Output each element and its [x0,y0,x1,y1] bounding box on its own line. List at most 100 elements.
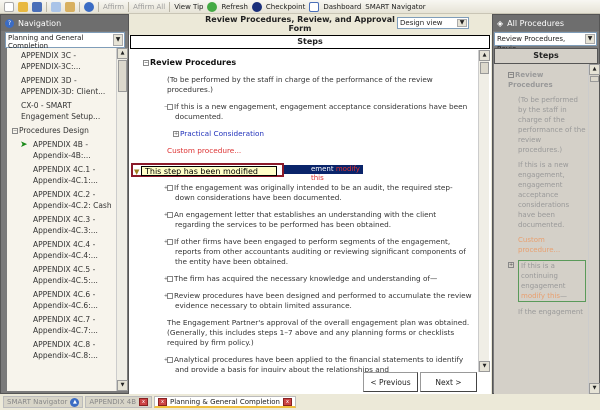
help-icon: ? [5,18,14,28]
nav-item[interactable]: APPENDIX 4C.8 - Appendix-4C.8:... [9,339,114,361]
next-button[interactable]: Next > [420,372,477,392]
scroll-up-icon[interactable]: ▲ [589,64,600,75]
preview-scrollbar[interactable]: ▲ ▼ [588,64,600,394]
modified-step[interactable]: ement modify this— ▼ This step has been m… [131,163,472,182]
step-text: The firm has acquired the necessary know… [174,274,438,283]
nav-item-current[interactable]: ➤ APPENDIX 4B - Appendix-4B:... [9,139,114,161]
new-icon[interactable] [4,1,14,12]
step-text: An engagement letter that establishes an… [174,210,437,229]
steps-header: Steps [130,35,490,49]
smart-navigator-button[interactable]: SMART Navigator [365,3,425,11]
scroll-down-icon[interactable]: ▼ [589,383,600,394]
refresh-icon [207,1,218,12]
expand-icon[interactable]: + [164,276,173,282]
expand-up-icon[interactable]: ▲ [70,397,80,407]
intro-text: (To be performed by the staff in charge … [518,96,586,154]
view-mode-dropdown[interactable]: Design view ▼ [397,17,469,29]
collapse-icon[interactable]: − [12,128,18,134]
previous-button[interactable]: < Previous [363,372,418,392]
checkpoint-button[interactable]: Checkpoint [266,3,305,11]
paste-icon[interactable] [65,1,75,12]
panel-title: All Procedures [507,18,564,28]
close-icon[interactable]: x [139,398,149,406]
toolbar: Affirm Affirm All View Tip Refresh Check… [0,0,600,14]
view-tip-button[interactable]: View Tip [174,3,203,11]
pin-icon[interactable]: ◈ [497,19,503,28]
step[interactable]: + Analytical procedures have been applied… [143,355,472,372]
step[interactable]: + An engagement letter that establishes a… [143,210,472,230]
highlighted-step[interactable]: If this is a continuing engagement modif… [518,260,586,302]
step[interactable]: + If the engagement was originally intend… [143,183,472,203]
open-icon[interactable] [18,1,28,12]
affirm-all-button[interactable]: Affirm All [133,3,165,11]
scroll-up-icon[interactable]: ▲ [117,48,128,59]
modify-text: modify this [521,292,560,300]
section-heading: Review Procedures [150,58,237,67]
step-text: Review procedures have been designed and… [174,291,472,310]
scroll-down-icon[interactable]: ▼ [117,380,128,391]
custom-procedure-link[interactable]: Custom procedure... [508,235,586,255]
tab-smart-navigator[interactable]: SMART Navigator ▲ [3,396,84,408]
expand-icon[interactable]: + [164,185,173,191]
step-text: If other firms have been engaged to perf… [174,237,466,266]
filter-icon: ▼ [134,168,140,176]
collapse-icon[interactable]: − [508,72,514,78]
content-scrollbar[interactable]: ▲ ▼ [478,50,490,372]
expand-icon[interactable]: + [164,357,173,363]
custom-procedure-link[interactable]: Custom procedure... [143,146,472,156]
chevron-down-icon[interactable]: ▼ [113,34,123,46]
nav-group-procedures-design[interactable]: − Procedures Design [9,125,114,136]
expand-icon[interactable]: + [173,131,179,137]
expand-icon[interactable]: + [164,212,173,218]
chevron-down-icon[interactable]: ▼ [457,19,467,27]
nav-item[interactable]: APPENDIX 4C.7 - Appendix-4C.7:... [9,314,114,336]
tab-label: SMART Navigator [7,398,68,406]
selected-text: ement [311,165,334,173]
scroll-up-icon[interactable]: ▲ [479,50,490,61]
dropdown-value: Design view [400,19,443,27]
nav-item[interactable]: APPENDIX 4C.4 - Appendix-4C.4:... [9,239,114,261]
save-icon[interactable] [32,1,42,12]
tab-planning-general-completion[interactable]: x Planning & General Completion x [154,396,296,408]
nav-item[interactable]: APPENDIX 4C.1 - Appendix-4C.1:... [9,164,114,186]
affirm-button[interactable]: Affirm [103,3,124,11]
scroll-down-icon[interactable]: ▼ [479,361,490,372]
dashboard-button[interactable]: Dashboard [323,3,361,11]
collapse-icon[interactable]: − [164,104,173,110]
panel-title: Navigation [18,18,62,28]
procedure-dropdown[interactable]: Review Procedures, Revie▼ [494,32,597,53]
nav-item[interactable]: APPENDIX 3C - APPENDIX-3C:... [9,50,114,72]
nav-item-label: APPENDIX 4B - Appendix-4B:... [33,140,91,160]
navigation-dropdown[interactable]: Planning and General Completion ▼ [5,32,125,50]
refresh-button[interactable]: Refresh [221,3,247,11]
help-icon[interactable] [84,1,94,12]
nav-item[interactable]: APPENDIX 3D - APPENDIX-3D: Client... [9,75,114,97]
dashboard-icon [309,1,320,12]
nav-item[interactable]: APPENDIX 4C.5 - Appendix-4C.5:... [9,264,114,286]
scroll-thumb[interactable] [480,62,489,74]
step[interactable]: + If other firms have been engaged to per… [143,237,472,267]
selected-step-text[interactable]: ement modify this— [281,165,363,182]
procedure-form: Review Procedures, Review, and Approval … [129,14,491,394]
nav-item[interactable]: APPENDIX 4C.2 - Appendix-4C.2: Cash [9,189,114,211]
step[interactable]: + The firm has acquired the necessary kno… [143,274,472,284]
nav-item[interactable]: APPENDIX 4C.6 - Appendix-4C.6:... [9,289,114,311]
expand-icon[interactable]: + [164,239,173,245]
nav-item[interactable]: CX-0 - SMART Engagement Setup... [9,100,114,122]
collapse-icon[interactable]: − [143,60,149,66]
scroll-thumb[interactable] [590,76,599,82]
practical-consideration-link[interactable]: Practical Consideration [180,129,264,138]
all-procedures-header: ◈ All Procedures [493,15,599,31]
step[interactable]: + Review procedures have been designed an… [143,291,472,311]
chevron-down-icon[interactable]: ▼ [585,34,595,44]
expand-icon[interactable]: + [508,262,514,268]
copy-icon[interactable] [51,1,61,12]
scroll-thumb[interactable] [118,60,127,92]
nav-scrollbar[interactable]: ▲ ▼ [116,48,128,391]
nav-item[interactable]: APPENDIX 4C.3 - Appendix-4C.3:... [9,214,114,236]
expand-icon[interactable]: + [164,293,173,299]
close-icon[interactable]: x [282,397,292,406]
tab-appendix-4b[interactable]: APPENDIX 4B x [85,396,153,408]
steps-content: − Review Procedures (To be performed by t… [129,50,478,372]
step[interactable]: − If this is a new engagement, engagement… [143,102,472,122]
